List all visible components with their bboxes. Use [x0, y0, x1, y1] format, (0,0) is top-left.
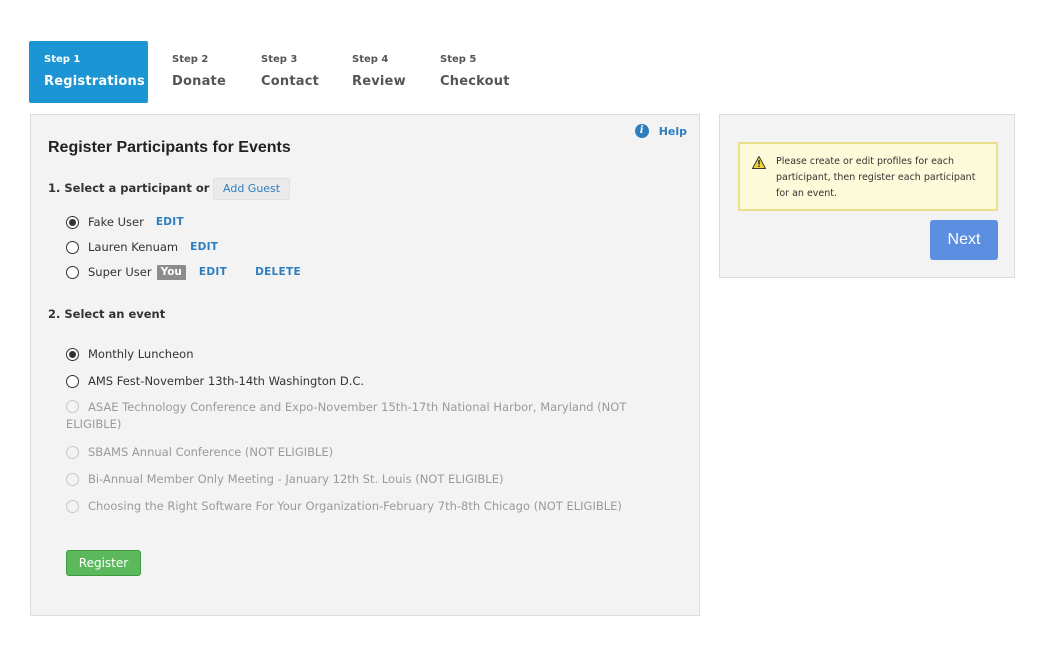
help-label[interactable]: Help [659, 125, 687, 138]
info-icon[interactable]: i [634, 124, 649, 138]
event-radio [66, 499, 79, 513]
step-review[interactable]: Step 4 Review [338, 41, 413, 103]
step-label: Checkout [440, 74, 510, 89]
step-registrations[interactable]: Step 1 Registrations [29, 41, 148, 103]
participant-option[interactable]: Super User You EDIT DELETE [66, 264, 301, 280]
notice-box: Please create or edit profiles for each … [738, 142, 998, 211]
event-option[interactable]: Monthly Luncheon [66, 346, 194, 362]
step-label: Review [352, 74, 406, 89]
participant-name: Fake User [88, 215, 144, 229]
event-option[interactable]: AMS Fest-November 13th-14th Washington D… [66, 373, 364, 389]
edit-participant-link[interactable]: EDIT [156, 216, 184, 228]
participant-radio[interactable] [66, 240, 79, 254]
step-label: Contact [261, 74, 320, 89]
event-radio [66, 472, 79, 486]
step-number: Step 4 [352, 54, 389, 65]
event-label: SBAMS Annual Conference (NOT ELIGIBLE) [88, 445, 334, 459]
event-label: ASAE Technology Conference and Expo-Nove… [66, 400, 627, 431]
event-label: AMS Fest-November 13th-14th Washington D… [88, 374, 365, 388]
select-event-heading: 2. Select an event [48, 307, 166, 321]
notice-text: Please create or edit profiles for each … [776, 156, 976, 199]
step-number: Step 2 [172, 54, 209, 65]
participant-name: Super User [88, 265, 152, 279]
registration-panel: i Help Register Participants for Events … [30, 114, 700, 616]
add-guest-button[interactable]: Add Guest [213, 178, 291, 200]
delete-participant-link[interactable]: DELETE [255, 266, 301, 278]
next-button[interactable]: Next [930, 220, 998, 260]
step-donate[interactable]: Step 2 Donate [158, 41, 228, 103]
event-label: Bi-Annual Member Only Meeting - January … [88, 472, 504, 486]
event-option-disabled: Bi-Annual Member Only Meeting - January … [66, 471, 503, 487]
event-radio [66, 400, 79, 413]
edit-participant-link[interactable]: EDIT [199, 266, 227, 278]
event-radio[interactable] [66, 374, 79, 388]
participant-radio[interactable] [66, 265, 79, 279]
step-number: Step 5 [440, 54, 477, 65]
event-option-disabled: Choosing the Right Software For Your Org… [66, 498, 622, 514]
event-radio[interactable] [66, 347, 79, 361]
sidebar-panel: Please create or edit profiles for each … [719, 114, 1015, 278]
help-link[interactable]: i Help [634, 123, 687, 139]
you-badge: You [156, 264, 186, 280]
step-number: Step 1 [44, 54, 81, 65]
step-contact[interactable]: Step 3 Contact [247, 41, 322, 103]
checkout-steps: Step 1 Registrations Step 2 Donate Step … [29, 41, 549, 103]
edit-participant-link[interactable]: EDIT [190, 241, 218, 253]
step-number: Step 3 [261, 54, 298, 65]
event-label: Monthly Luncheon [88, 347, 194, 361]
step-label: Donate [172, 74, 226, 89]
warning-icon [752, 156, 766, 169]
event-option-disabled: SBAMS Annual Conference (NOT ELIGIBLE) [66, 444, 333, 460]
step-label: Registrations [44, 74, 145, 89]
register-button[interactable]: Register [66, 550, 141, 576]
participant-option[interactable]: Fake User EDIT [66, 214, 184, 230]
page-title: Register Participants for Events [48, 139, 291, 156]
participant-name: Lauren Kenuam [88, 240, 179, 254]
event-option-disabled: ASAE Technology Conference and Expo-Nove… [66, 399, 666, 433]
participant-radio[interactable] [66, 215, 79, 229]
event-label: Choosing the Right Software For Your Org… [88, 499, 622, 513]
select-participant-heading: 1. Select a participant or [48, 181, 210, 195]
step-checkout[interactable]: Step 5 Checkout [426, 41, 511, 103]
participant-option[interactable]: Lauren Kenuam EDIT [66, 239, 218, 255]
event-radio [66, 445, 79, 459]
